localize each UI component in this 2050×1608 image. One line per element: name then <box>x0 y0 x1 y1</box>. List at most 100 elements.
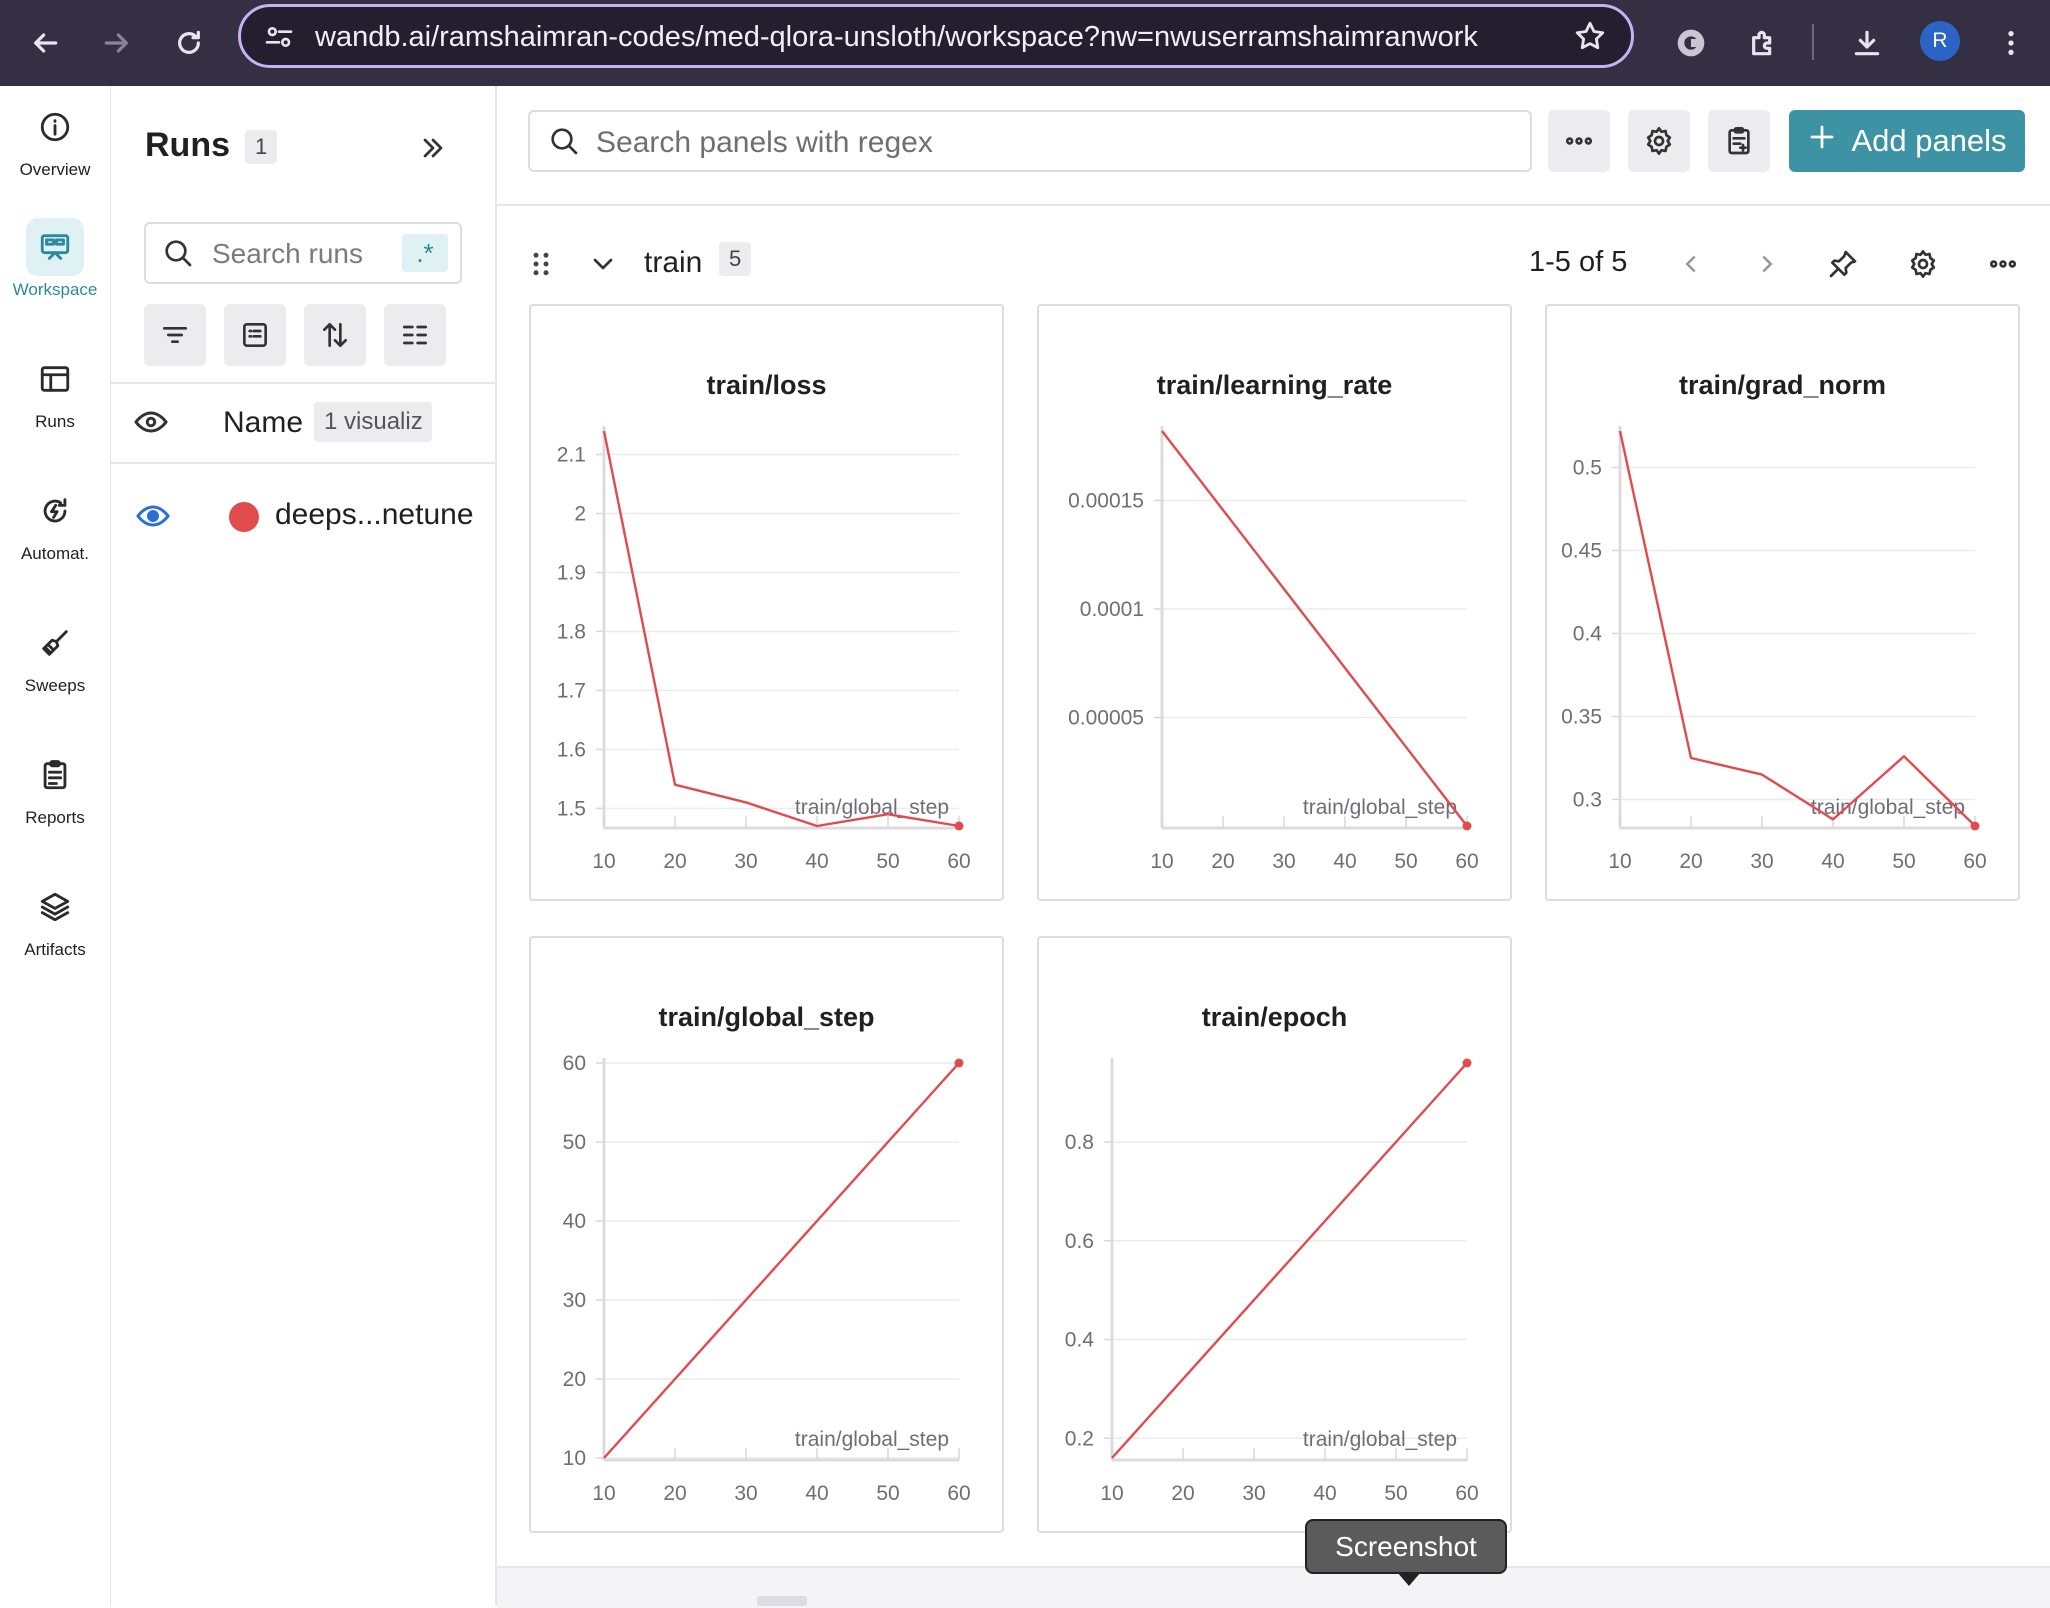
nav-artifacts[interactable]: Artifacts <box>0 878 110 960</box>
extensions-puzzle-icon[interactable] <box>1738 18 1788 68</box>
chart-panel-train-learning-rate[interactable]: train/learning_rate 0.00005 0.0001 0.00015 1… <box>1037 304 1512 901</box>
group-lines-icon <box>403 325 427 345</box>
y-tick-label: 10 <box>563 1447 586 1470</box>
regex-toggle[interactable]: .* <box>402 234 448 272</box>
chart-title: train/learning_rate <box>1157 370 1393 400</box>
forward-icon[interactable] <box>92 18 142 68</box>
x-tick-label: 10 <box>1608 850 1631 873</box>
nav-sweeps[interactable]: Sweeps <box>0 614 110 696</box>
collapse-runs-icon[interactable] <box>413 128 453 168</box>
runs-search-input[interactable]: Search runs .* <box>144 222 462 284</box>
run-name[interactable]: deeps...netune <box>275 498 474 532</box>
resize-handle[interactable] <box>757 1596 807 1606</box>
browser-menu-icon[interactable] <box>1986 18 2036 68</box>
y-tick-label: 1.8 <box>557 620 586 643</box>
divider <box>497 204 2050 206</box>
y-tick-label: 60 <box>563 1052 586 1075</box>
nav-label: Runs <box>35 412 75 431</box>
x-tick-label: 40 <box>1313 1482 1336 1505</box>
section-name[interactable]: train <box>644 246 702 280</box>
automation-icon <box>26 482 84 540</box>
clipboard-icon <box>26 746 84 804</box>
last-point-marker <box>1462 1058 1472 1068</box>
sweeps-broom-icon <box>26 614 84 672</box>
visualize-badge[interactable]: 1 visualiz <box>314 402 432 442</box>
chevron-down-icon[interactable] <box>583 244 623 284</box>
drag-handle-icon[interactable] <box>521 244 561 284</box>
nav-overview[interactable]: Overview <box>0 98 110 180</box>
chart-panel-train-epoch[interactable]: train/epoch 0.2 0.4 0.6 0.8 10 20 30 40 50 60 train… <box>1037 936 1512 1533</box>
chevron-left-icon[interactable] <box>1671 244 1711 284</box>
back-icon[interactable] <box>20 18 70 68</box>
visible-eye-icon[interactable] <box>135 498 171 539</box>
divider <box>111 462 495 464</box>
runs-search-placeholder: Search runs <box>212 238 363 269</box>
extension-c-icon[interactable] <box>1666 18 1716 68</box>
add-panels-button[interactable]: Add panels <box>1789 110 2025 172</box>
x-tick-label: 50 <box>1394 850 1417 873</box>
run-row[interactable]: deeps...netune <box>111 486 495 546</box>
x-tick-label: 10 <box>592 1482 615 1505</box>
reload-icon[interactable] <box>164 18 214 68</box>
x-tick-label: 30 <box>734 850 757 873</box>
y-tick-label: 0.4 <box>1065 1329 1095 1352</box>
more-options-button[interactable] <box>1548 110 1610 172</box>
nav-runs[interactable]: Runs <box>0 350 110 432</box>
y-tick-label: 1.6 <box>557 738 586 761</box>
y-tick-label: 20 <box>563 1368 586 1391</box>
nav-label: Automat. <box>20 544 90 563</box>
project-nav-rail: Overview Workspace Runs Automat. Sweeps … <box>0 86 112 1606</box>
series-line <box>602 430 960 828</box>
sort-arrows-icon <box>323 323 347 347</box>
panel-search-input[interactable]: Search panels with regex <box>528 110 1532 172</box>
sort-button[interactable] <box>304 304 366 366</box>
profile-avatar[interactable]: R <box>1920 21 1960 61</box>
runs-count-badge: 1 <box>245 130 278 164</box>
nav-reports[interactable]: Reports <box>0 746 110 828</box>
x-axis-label: train/global_step <box>1303 1428 1457 1451</box>
x-tick-label: 30 <box>1242 1482 1265 1505</box>
y-tick-label: 0.35 <box>1561 705 1602 728</box>
x-tick-label: 40 <box>1333 850 1356 873</box>
x-tick-label: 60 <box>947 850 970 873</box>
download-icon[interactable] <box>1842 18 1892 68</box>
address-bar[interactable]: wandb.ai/ramshaimran-codes/med-qlora-uns… <box>238 4 1634 68</box>
y-tick-label: 0.00005 <box>1068 706 1144 729</box>
y-tick-label: 2 <box>574 503 586 526</box>
x-tick-label: 60 <box>1963 850 1986 873</box>
columns-button[interactable] <box>224 304 286 366</box>
y-tick-label: 0.0001 <box>1080 598 1144 621</box>
y-tick-label: 0.8 <box>1065 1131 1094 1154</box>
filter-button[interactable] <box>144 304 206 366</box>
y-tick-label: 2.1 <box>557 444 586 467</box>
nav-automations[interactable]: Automat. <box>0 482 110 564</box>
last-point-marker <box>1970 821 1980 831</box>
workspace-settings-button[interactable] <box>1628 110 1690 172</box>
y-tick-label: 50 <box>563 1131 586 1154</box>
clipboard-button[interactable] <box>1708 110 1770 172</box>
pin-icon[interactable] <box>1823 244 1863 284</box>
url-text: wandb.ai/ramshaimran-codes/med-qlora-uns… <box>315 21 1478 53</box>
bookmark-star-icon[interactable] <box>1573 19 1607 58</box>
browser-toolbar: wandb.ai/ramshaimran-codes/med-qlora-uns… <box>0 0 2050 86</box>
site-settings-icon[interactable] <box>263 21 295 58</box>
chart-panel-train-global-step[interactable]: train/global_step 10 20 30 40 50 60 10 20 30 40 50 6… <box>529 936 1004 1533</box>
x-tick-label: 60 <box>947 1482 970 1505</box>
x-tick-label: 50 <box>1384 1482 1407 1505</box>
x-tick-label: 40 <box>805 1482 828 1505</box>
bottom-scroll-area <box>497 1566 2050 1608</box>
chart-panel-train-grad-norm[interactable]: train/grad_norm 0.3 0.35 0.4 0.45 0.5 10 20 30 40… <box>1545 304 2020 901</box>
section-settings-gear-icon[interactable] <box>1903 244 1943 284</box>
x-tick-label: 60 <box>1455 850 1478 873</box>
workspace-icon <box>26 218 84 276</box>
chart-panel-train-loss[interactable]: train/loss 1.5 1.6 1.7 1.8 1.9 2 2.1 10 20 30 40 50 6… <box>529 304 1004 901</box>
eye-icon[interactable] <box>133 404 169 445</box>
chart-svg: train/learning_rate 0.00005 0.0001 0.00015 1… <box>1068 370 1479 873</box>
chevron-right-icon[interactable] <box>1747 244 1787 284</box>
nav-workspace[interactable]: Workspace <box>0 218 110 300</box>
more-horizontal-icon[interactable] <box>1983 244 2023 284</box>
panel-search-placeholder: Search panels with regex <box>596 126 933 159</box>
run-color-dot[interactable] <box>229 502 259 532</box>
x-tick-label: 10 <box>1100 1482 1123 1505</box>
group-button[interactable] <box>384 304 446 366</box>
